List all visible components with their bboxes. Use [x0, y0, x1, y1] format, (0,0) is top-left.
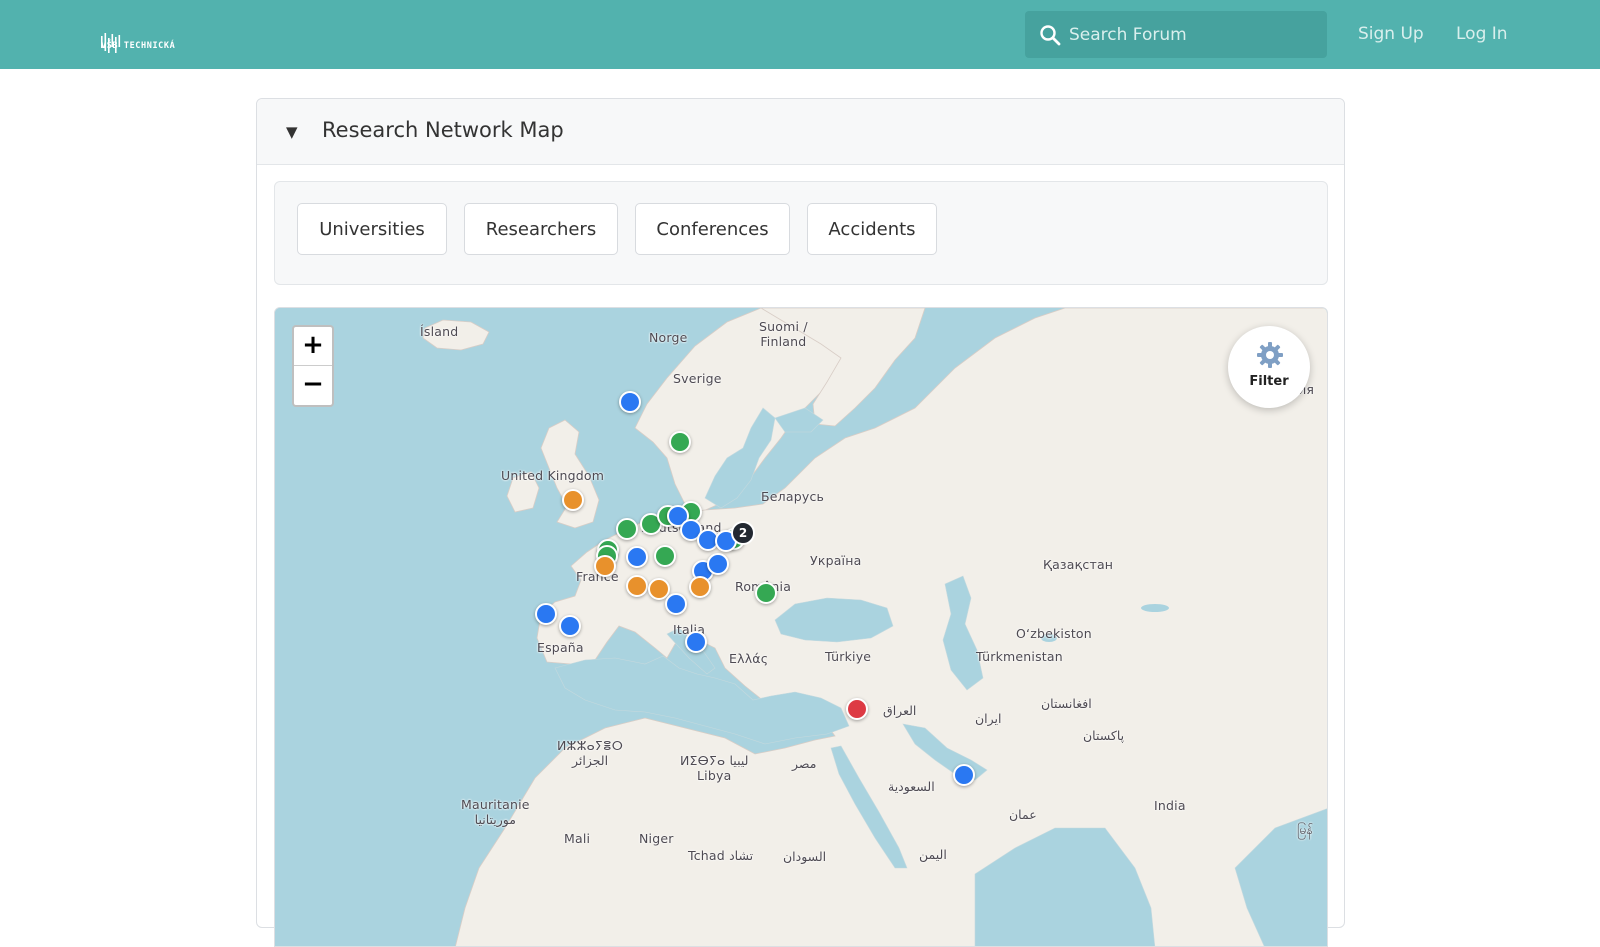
university-marker[interactable]: [685, 631, 707, 653]
researcher-marker[interactable]: [755, 582, 777, 604]
map-label-belarus: Беларусь: [761, 489, 825, 504]
zoom-control: + −: [292, 325, 334, 407]
map-view[interactable]: Ísland Norge Suomi / Finland Sverige Uni…: [274, 307, 1328, 947]
map-label-iran: ایران: [975, 711, 1002, 726]
panel-header[interactable]: ▼ Research Network Map: [257, 99, 1344, 165]
filter-label: Filter: [1249, 374, 1289, 389]
map-label-chad: Tchad تشاد: [688, 848, 754, 863]
university-marker[interactable]: [535, 603, 557, 625]
map-label-afghanistan: افغانستان: [1041, 696, 1092, 711]
university-marker[interactable]: [626, 546, 648, 568]
map-label-libya: ⵍⵉⴱⵢⴰ ليبيا Libya: [680, 753, 749, 783]
map-label-ukraine: Україна: [810, 553, 862, 568]
map-label-uk: United Kingdom: [501, 468, 605, 483]
map-label-mauritania: Mauritanie موريتانيا: [461, 797, 530, 827]
university-marker[interactable]: [707, 553, 729, 575]
panel-title: Research Network Map: [322, 118, 564, 142]
sign-up-link[interactable]: Sign Up: [1358, 24, 1424, 44]
map-label-india: India: [1154, 798, 1186, 813]
search-box: [1025, 11, 1327, 58]
map-label-saudi: السعودية: [888, 779, 935, 794]
logo-text: VŠB TECHNICKÁ UNIVERZITA OSTRAVA: [101, 16, 184, 148]
map-label-mali: Mali: [564, 831, 591, 846]
cluster-marker[interactable]: 2: [731, 521, 755, 545]
map-label-egypt: مصر: [792, 756, 817, 771]
map-label-iceland: Ísland: [420, 324, 459, 339]
researcher-marker[interactable]: [669, 431, 691, 453]
university-logo[interactable]: VŠB TECHNICKÁ UNIVERZITA OSTRAVA: [101, 16, 201, 123]
map-label-spain: España: [537, 640, 584, 655]
log-in-link[interactable]: Log In: [1456, 24, 1508, 44]
map-label-uzbekistan: O‘zbekiston: [1016, 626, 1092, 641]
accident-marker[interactable]: [846, 698, 868, 720]
map-label-sudan: السودان: [783, 849, 827, 864]
map-label-myanmar-partial: မြန်: [1297, 822, 1314, 837]
map-label-sweden: Sverige: [673, 371, 722, 386]
tab-universities[interactable]: Universities: [297, 203, 447, 255]
researcher-marker[interactable]: [616, 518, 638, 540]
logo-line-2: UNIVERZITA: [127, 77, 185, 87]
logo-line-3: OSTRAVA: [127, 113, 168, 123]
map-label-turkey: Türkiye: [825, 649, 872, 664]
university-marker[interactable]: [619, 391, 641, 413]
zoom-out-button[interactable]: −: [294, 366, 332, 405]
zoom-in-button[interactable]: +: [294, 327, 332, 366]
top-navigation-bar: VŠB TECHNICKÁ UNIVERZITA OSTRAVA Sign Up…: [0, 0, 1600, 123]
category-tabs: Universities Researchers Conferences Acc…: [274, 181, 1328, 285]
map-label-iraq: العراق: [883, 703, 917, 718]
map-label-greece: Ελλάς: [729, 651, 769, 666]
tab-researchers[interactable]: Researchers: [464, 203, 618, 255]
map-label-oman: عمان: [1009, 807, 1037, 822]
university-marker[interactable]: [953, 764, 975, 786]
conference-marker[interactable]: [689, 576, 711, 598]
tab-conferences[interactable]: Conferences: [635, 203, 790, 255]
map-label-turkmenistan: Türkmenistan: [976, 649, 1063, 664]
conference-marker[interactable]: [626, 575, 648, 597]
map-label-kazakhstan: Қазақстан: [1043, 557, 1114, 572]
gear-icon: [1257, 342, 1283, 368]
map-label-finland: Suomi / Finland: [759, 319, 808, 349]
filter-button[interactable]: Filter: [1228, 326, 1310, 408]
search-input[interactable]: [1069, 11, 1319, 58]
university-marker[interactable]: [559, 615, 581, 637]
research-network-panel: ▼ Research Network Map Universities Rese…: [256, 98, 1345, 947]
university-marker[interactable]: [665, 593, 687, 615]
conference-marker[interactable]: [562, 489, 584, 511]
map-label-algeria: ⵍⵣⵣⴰⵢⴻⵔ الجزائر: [557, 738, 624, 768]
tab-accidents[interactable]: Accidents: [807, 203, 937, 255]
map-label-norway: Norge: [649, 330, 688, 345]
caret-down-icon[interactable]: ▼: [286, 123, 298, 141]
conference-marker[interactable]: [594, 555, 616, 577]
map-label-niger: Niger: [639, 831, 674, 846]
researcher-marker[interactable]: [654, 545, 676, 567]
map-label-pakistan: پاکستان: [1083, 728, 1125, 743]
map-label-yemen: اليمن: [919, 847, 947, 862]
logo-line-1: VŠB TECHNICKÁ: [101, 41, 176, 51]
search-icon: [1040, 25, 1061, 46]
